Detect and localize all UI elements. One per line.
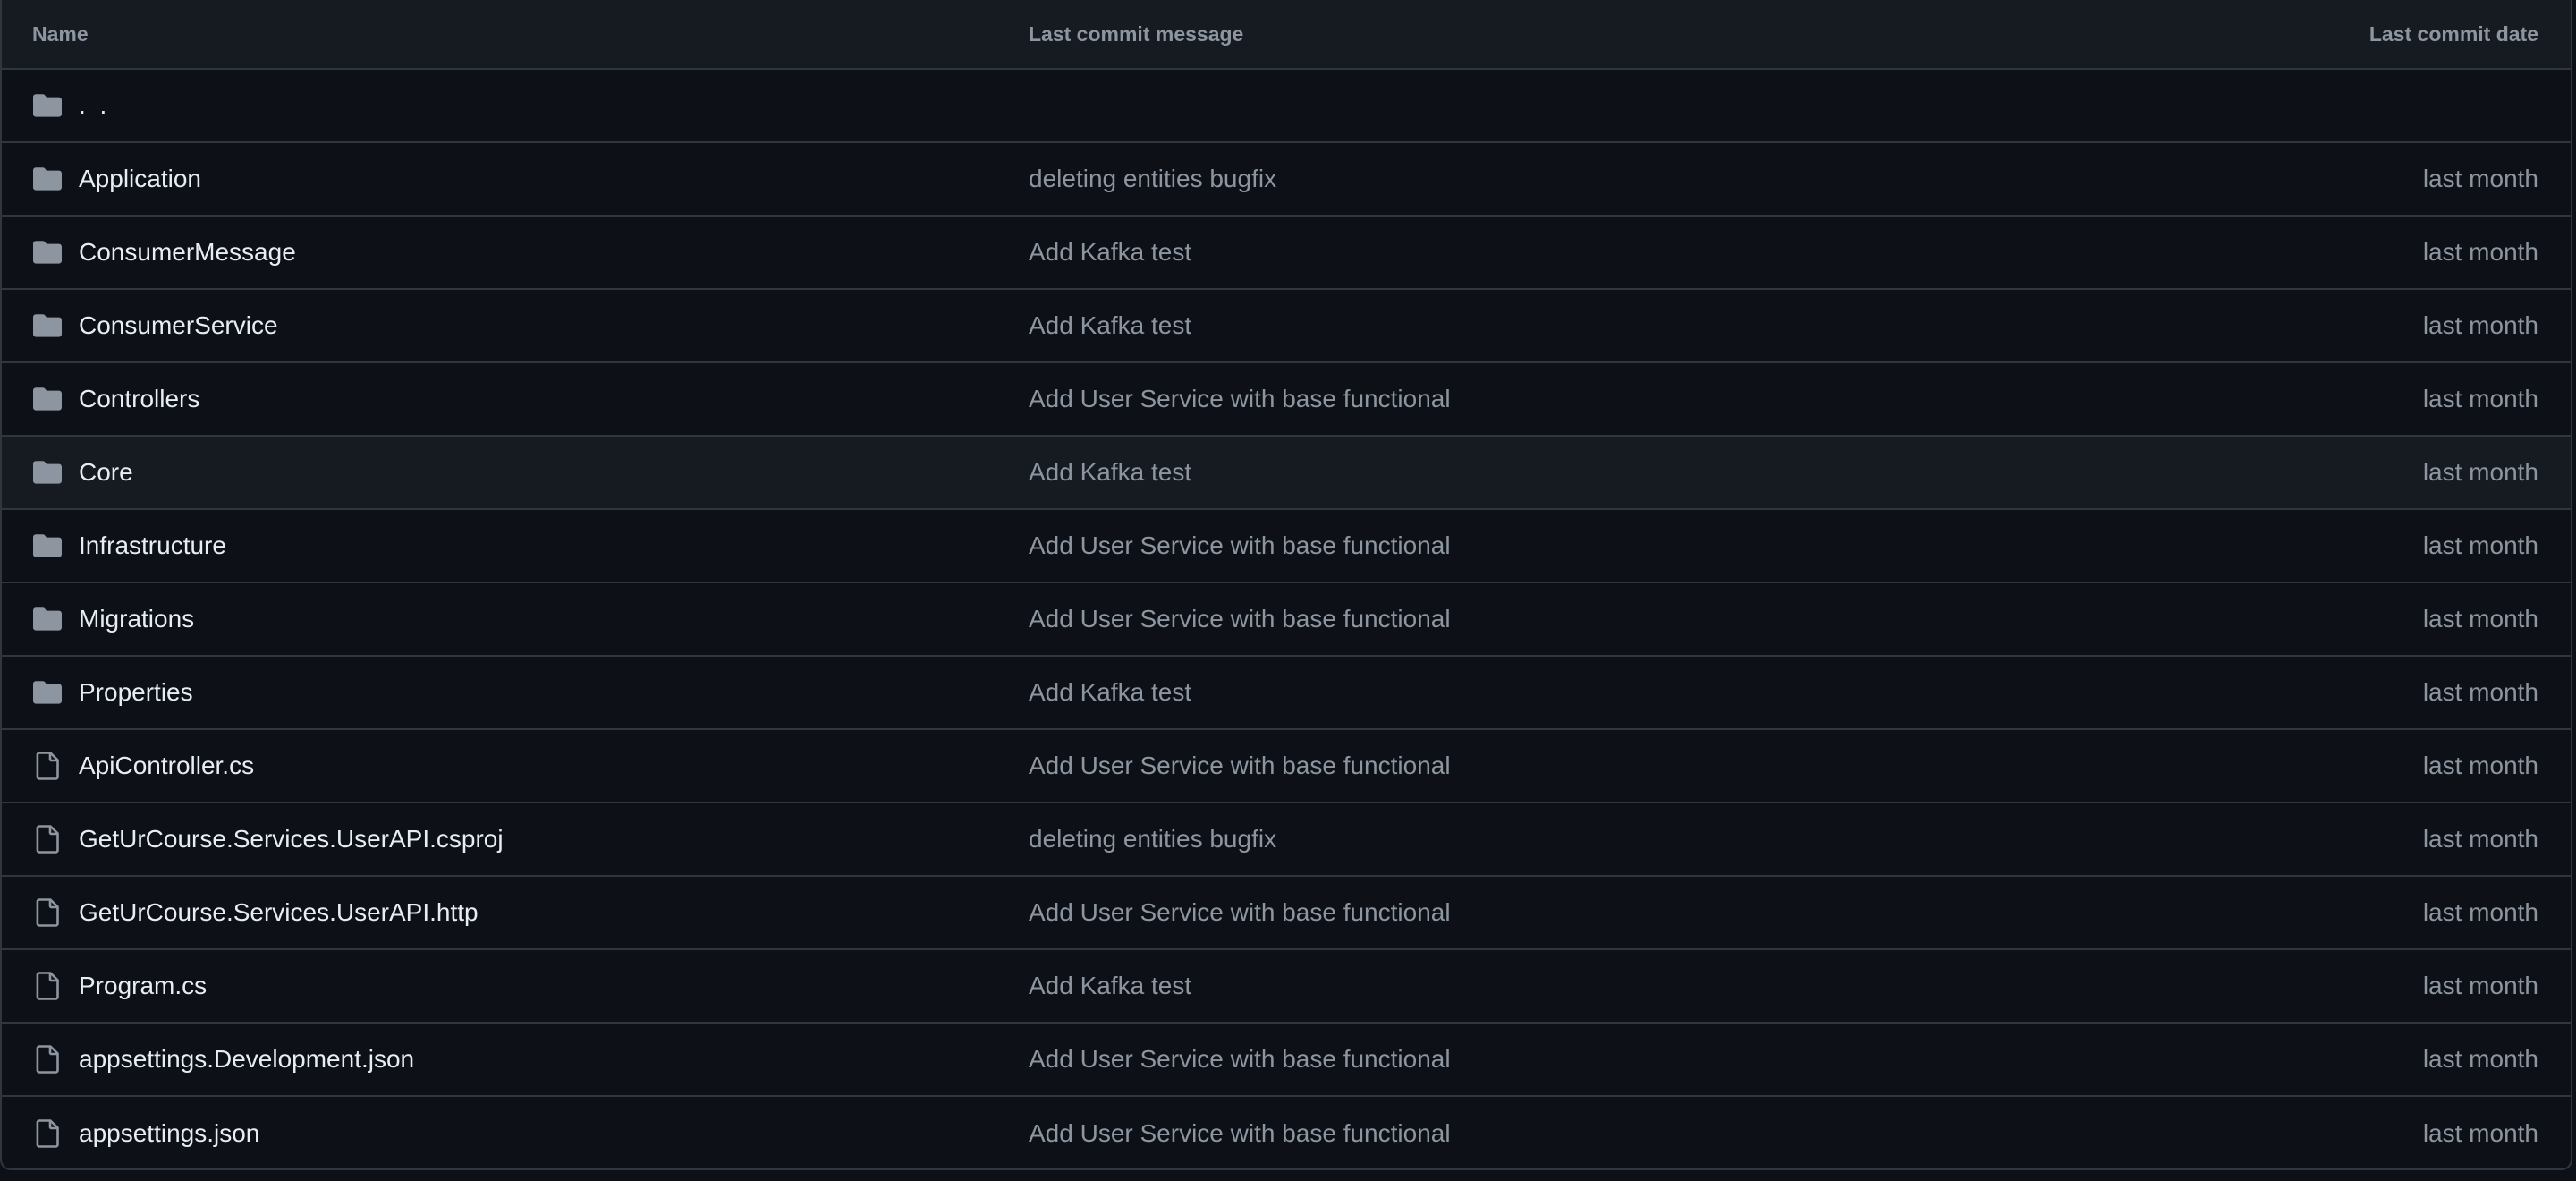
folder-name-link[interactable]: ConsumerMessage bbox=[79, 238, 296, 267]
table-row[interactable]: Migrations Add User Service with base fun… bbox=[2, 583, 2571, 657]
file-icon bbox=[32, 897, 63, 928]
commit-date: last month bbox=[2422, 311, 2538, 339]
commit-date: last month bbox=[2422, 385, 2538, 412]
commit-date: last month bbox=[2422, 1045, 2538, 1073]
folder-name-link[interactable]: Core bbox=[79, 458, 133, 487]
folder-name-link[interactable]: Controllers bbox=[79, 385, 199, 413]
commit-date: last month bbox=[2422, 825, 2538, 853]
commit-message-link[interactable]: Add Kafka test bbox=[1029, 238, 1191, 266]
folder-name-link[interactable]: Application bbox=[79, 165, 201, 193]
file-name-link[interactable]: appsettings.Development.json bbox=[79, 1045, 414, 1074]
commit-date: last month bbox=[2422, 678, 2538, 706]
table-row[interactable]: appsettings.Development.json Add User Ser… bbox=[2, 1024, 2571, 1097]
commit-date: last month bbox=[2422, 1119, 2538, 1147]
commit-date: last month bbox=[2422, 898, 2538, 926]
table-row[interactable]: Program.cs Add Kafka test last month bbox=[2, 950, 2571, 1024]
commit-message-link[interactable]: Add Kafka test bbox=[1029, 458, 1191, 486]
commit-date: last month bbox=[2422, 238, 2538, 266]
header-commit-message: Last commit message bbox=[1029, 21, 1244, 46]
commit-message-link[interactable]: Add User Service with base functional bbox=[1029, 385, 1451, 412]
folder-icon bbox=[32, 677, 63, 708]
folder-name-link[interactable]: Infrastructure bbox=[79, 531, 226, 560]
commit-message-link[interactable]: deleting entities bugfix bbox=[1029, 825, 1276, 853]
folder-name-link[interactable]: ConsumerService bbox=[79, 311, 278, 340]
header-commit-date: Last commit date bbox=[2368, 21, 2538, 46]
commit-date: last month bbox=[2422, 458, 2538, 486]
folder-icon bbox=[32, 457, 63, 488]
commit-date: last month bbox=[2422, 165, 2538, 192]
folder-name-link[interactable]: Properties bbox=[79, 678, 193, 707]
file-name-link[interactable]: appsettings.json bbox=[79, 1119, 259, 1148]
folder-name-link[interactable]: Migrations bbox=[79, 605, 194, 633]
parent-directory-link[interactable]: . . bbox=[79, 91, 110, 120]
commit-message-link[interactable]: Add User Service with base functional bbox=[1029, 752, 1451, 779]
table-row[interactable]: GetUrCourse.Services.UserAPI.http Add Use… bbox=[2, 877, 2571, 950]
parent-directory-row[interactable]: . . bbox=[2, 70, 2571, 143]
commit-date: last month bbox=[2422, 752, 2538, 779]
commit-message-link[interactable]: deleting entities bugfix bbox=[1029, 165, 1276, 192]
table-row[interactable]: Core Add Kafka test last month bbox=[2, 437, 2571, 510]
file-name-link[interactable]: ApiController.cs bbox=[79, 752, 254, 780]
file-icon bbox=[32, 971, 63, 1001]
file-icon bbox=[32, 751, 63, 781]
folder-icon bbox=[32, 237, 63, 268]
commit-message-link[interactable]: Add User Service with base functional bbox=[1029, 605, 1451, 633]
folder-icon bbox=[32, 531, 63, 561]
table-row[interactable]: Controllers Add User Service with base fu… bbox=[2, 363, 2571, 437]
commit-message-link[interactable]: Add User Service with base functional bbox=[1029, 1045, 1451, 1073]
file-table: Name Last commit message Last commit dat… bbox=[0, 0, 2572, 1170]
file-name-link[interactable]: GetUrCourse.Services.UserAPI.http bbox=[79, 898, 479, 927]
table-row[interactable]: Application deleting entities bugfix last … bbox=[2, 143, 2571, 217]
commit-date: last month bbox=[2422, 605, 2538, 633]
commit-message-link[interactable]: Add Kafka test bbox=[1029, 972, 1191, 999]
folder-icon bbox=[32, 164, 63, 194]
file-icon bbox=[32, 1118, 63, 1149]
table-row[interactable]: Properties Add Kafka test last month bbox=[2, 657, 2571, 730]
file-icon bbox=[32, 824, 63, 854]
commit-date: last month bbox=[2422, 531, 2538, 559]
header-name: Name bbox=[32, 21, 89, 46]
commit-date: last month bbox=[2422, 972, 2538, 999]
table-header: Name Last commit message Last commit dat… bbox=[2, 0, 2571, 70]
folder-icon bbox=[32, 604, 63, 634]
file-name-link[interactable]: GetUrCourse.Services.UserAPI.csproj bbox=[79, 825, 504, 854]
file-name-link[interactable]: Program.cs bbox=[79, 972, 207, 1000]
commit-message-link[interactable]: Add User Service with base functional bbox=[1029, 898, 1451, 926]
commit-message-link[interactable]: Add User Service with base functional bbox=[1029, 531, 1451, 559]
table-row[interactable]: ConsumerMessage Add Kafka test last month bbox=[2, 217, 2571, 290]
table-row[interactable]: Infrastructure Add User Service with base… bbox=[2, 510, 2571, 583]
folder-icon bbox=[32, 384, 63, 414]
folder-icon bbox=[32, 310, 63, 341]
table-row[interactable]: appsettings.json Add User Service with ba… bbox=[2, 1097, 2571, 1168]
table-row[interactable]: GetUrCourse.Services.UserAPI.csproj delet… bbox=[2, 803, 2571, 877]
commit-message-link[interactable]: Add Kafka test bbox=[1029, 678, 1191, 706]
file-icon bbox=[32, 1044, 63, 1075]
folder-icon bbox=[32, 90, 63, 121]
table-row[interactable]: ApiController.cs Add User Service with ba… bbox=[2, 730, 2571, 803]
table-row[interactable]: ConsumerService Add Kafka test last month bbox=[2, 290, 2571, 363]
commit-message-link[interactable]: Add User Service with base functional bbox=[1029, 1119, 1451, 1147]
commit-message-link[interactable]: Add Kafka test bbox=[1029, 311, 1191, 339]
